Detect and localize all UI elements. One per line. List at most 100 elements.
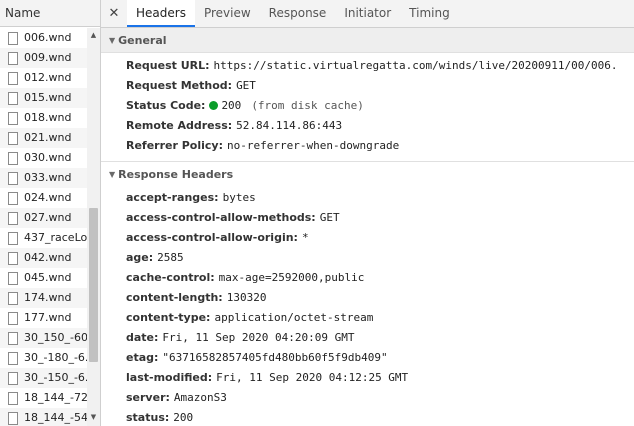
file-name: 021.wnd <box>24 131 72 144</box>
triangle-down-icon: ▼ <box>109 35 116 45</box>
file-list-item[interactable]: 006.wnd <box>0 28 87 48</box>
file-list-item[interactable]: 015.wnd <box>0 88 87 108</box>
file-list-item[interactable]: 012.wnd <box>0 68 87 88</box>
header-value: application/octet-stream <box>214 311 374 324</box>
file-list-item[interactable]: 021.wnd <box>0 128 87 148</box>
file-name: 009.wnd <box>24 51 72 64</box>
details-tab-bar: ✕ Headers Preview Response Initiator Tim… <box>101 0 634 28</box>
response-headers-section-header[interactable]: ▼ Response Headers <box>101 161 634 186</box>
file-icon <box>8 351 18 365</box>
file-list-item[interactable]: 024.wnd <box>0 188 87 208</box>
header-key: access-control-allow-origin: <box>126 231 298 244</box>
file-icon <box>8 271 18 285</box>
file-name: 18_144_-72 <box>24 391 87 404</box>
file-name: 027.wnd <box>24 211 72 224</box>
file-icon <box>8 111 18 125</box>
tab-preview[interactable]: Preview <box>195 0 260 27</box>
file-list-item[interactable]: 30_-150_-6... <box>0 368 87 388</box>
response-header-row: accept-ranges: bytes <box>101 188 634 208</box>
file-icon <box>8 291 18 305</box>
header-value: bytes <box>222 191 256 204</box>
file-list-item[interactable]: 018.wnd <box>0 108 87 128</box>
response-headers-section: accept-ranges: bytes access-control-allow… <box>101 186 634 426</box>
scroll-down-arrow-icon[interactable]: ▼ <box>87 412 100 422</box>
file-name: 30_-150_-6... <box>24 371 87 384</box>
file-icon <box>8 71 18 85</box>
status-code-key: Status Code: <box>126 99 206 112</box>
file-name: 045.wnd <box>24 271 72 284</box>
file-icon <box>8 371 18 385</box>
file-icon <box>8 171 18 185</box>
file-list-item[interactable]: 30_150_-60 <box>0 328 87 348</box>
general-section: Request URL: https://static.virtualregatt… <box>101 53 634 160</box>
file-list-item[interactable]: 030.wnd <box>0 148 87 168</box>
response-header-row: access-control-allow-origin: * <box>101 228 634 248</box>
file-icon <box>8 91 18 105</box>
referrer-policy-key: Referrer Policy: <box>126 139 223 152</box>
header-value: AmazonS3 <box>173 391 227 404</box>
file-name: 024.wnd <box>24 191 72 204</box>
file-list-item[interactable]: 045.wnd <box>0 268 87 288</box>
file-name: 30_-180_-6... <box>24 351 87 364</box>
header-key: age: <box>126 251 154 264</box>
close-icon[interactable]: ✕ <box>101 0 127 27</box>
file-icon <box>8 51 18 65</box>
file-list-item[interactable]: 042.wnd <box>0 248 87 268</box>
file-list-item[interactable]: 009.wnd <box>0 48 87 68</box>
request-details-panel: ✕ Headers Preview Response Initiator Tim… <box>101 0 634 426</box>
file-icon <box>8 331 18 345</box>
remote-address-value: 52.84.114.86:443 <box>236 119 343 132</box>
request-method-key: Request Method: <box>126 79 233 92</box>
file-list-item[interactable]: 174.wnd <box>0 288 87 308</box>
header-key: access-control-allow-methods: <box>126 211 316 224</box>
file-list-item[interactable]: 177.wnd <box>0 308 87 328</box>
name-column-header[interactable]: Name <box>0 0 100 27</box>
tab-headers[interactable]: Headers <box>127 0 195 27</box>
tab-response[interactable]: Response <box>260 0 336 27</box>
header-value: 2585 <box>157 251 184 264</box>
response-header-row: access-control-allow-methods: GET <box>101 208 634 228</box>
response-header-row: cache-control: max-age=2592000,public <box>101 268 634 288</box>
file-name: 437_raceLo <box>24 231 87 244</box>
request-url-row: Request URL: https://static.virtualregatt… <box>101 56 634 76</box>
response-header-row: date: Fri, 11 Sep 2020 04:20:09 GMT <box>101 328 634 348</box>
file-list-item[interactable]: 18_144_-72 <box>0 388 87 408</box>
file-name: 006.wnd <box>24 31 72 44</box>
file-icon <box>8 231 18 245</box>
response-header-row: content-type: application/octet-stream <box>101 308 634 328</box>
header-key: content-length: <box>126 291 223 304</box>
file-icon <box>8 31 18 45</box>
header-value: max-age=2592000,public <box>218 271 365 284</box>
referrer-policy-row: Referrer Policy: no-referrer-when-downgra… <box>101 136 634 156</box>
file-icon <box>8 411 18 425</box>
header-value: 130320 <box>226 291 267 304</box>
general-section-header[interactable]: ▼ General <box>101 28 634 53</box>
response-headers-title: Response Headers <box>118 167 234 181</box>
file-list-item[interactable]: 437_raceLo <box>0 228 87 248</box>
request-method-row: Request Method: GET <box>101 76 634 96</box>
response-header-row: last-modified: Fri, 11 Sep 2020 04:12:25 … <box>101 368 634 388</box>
status-dot-icon <box>209 101 219 110</box>
file-list-item[interactable]: 027.wnd <box>0 208 87 228</box>
request-list-panel: Name 006.wnd 009.wnd 012.wnd 015.wnd 018… <box>0 0 101 426</box>
tab-initiator[interactable]: Initiator <box>335 0 400 27</box>
file-name: 018.wnd <box>24 111 72 124</box>
header-key: cache-control: <box>126 271 215 284</box>
file-list-item[interactable]: 033.wnd <box>0 168 87 188</box>
tab-timing[interactable]: Timing <box>400 0 459 27</box>
file-list-scrollbar[interactable]: ▲ ▼ <box>87 28 100 426</box>
file-name: 012.wnd <box>24 71 72 84</box>
file-list-item[interactable]: 30_-180_-6... <box>0 348 87 368</box>
request-url-key: Request URL: <box>126 59 210 72</box>
scroll-up-arrow-icon[interactable]: ▲ <box>87 30 100 40</box>
referrer-policy-value: no-referrer-when-downgrade <box>227 139 400 152</box>
header-value: GET <box>319 211 340 224</box>
response-header-row: age: 2585 <box>101 248 634 268</box>
file-icon <box>8 251 18 265</box>
file-name: 30_150_-60 <box>24 331 87 344</box>
file-name: 030.wnd <box>24 151 72 164</box>
file-list-item[interactable]: 18_144_-54 <box>0 408 87 426</box>
header-key: accept-ranges: <box>126 191 219 204</box>
scroll-thumb[interactable] <box>89 208 98 362</box>
file-icon <box>8 191 18 205</box>
